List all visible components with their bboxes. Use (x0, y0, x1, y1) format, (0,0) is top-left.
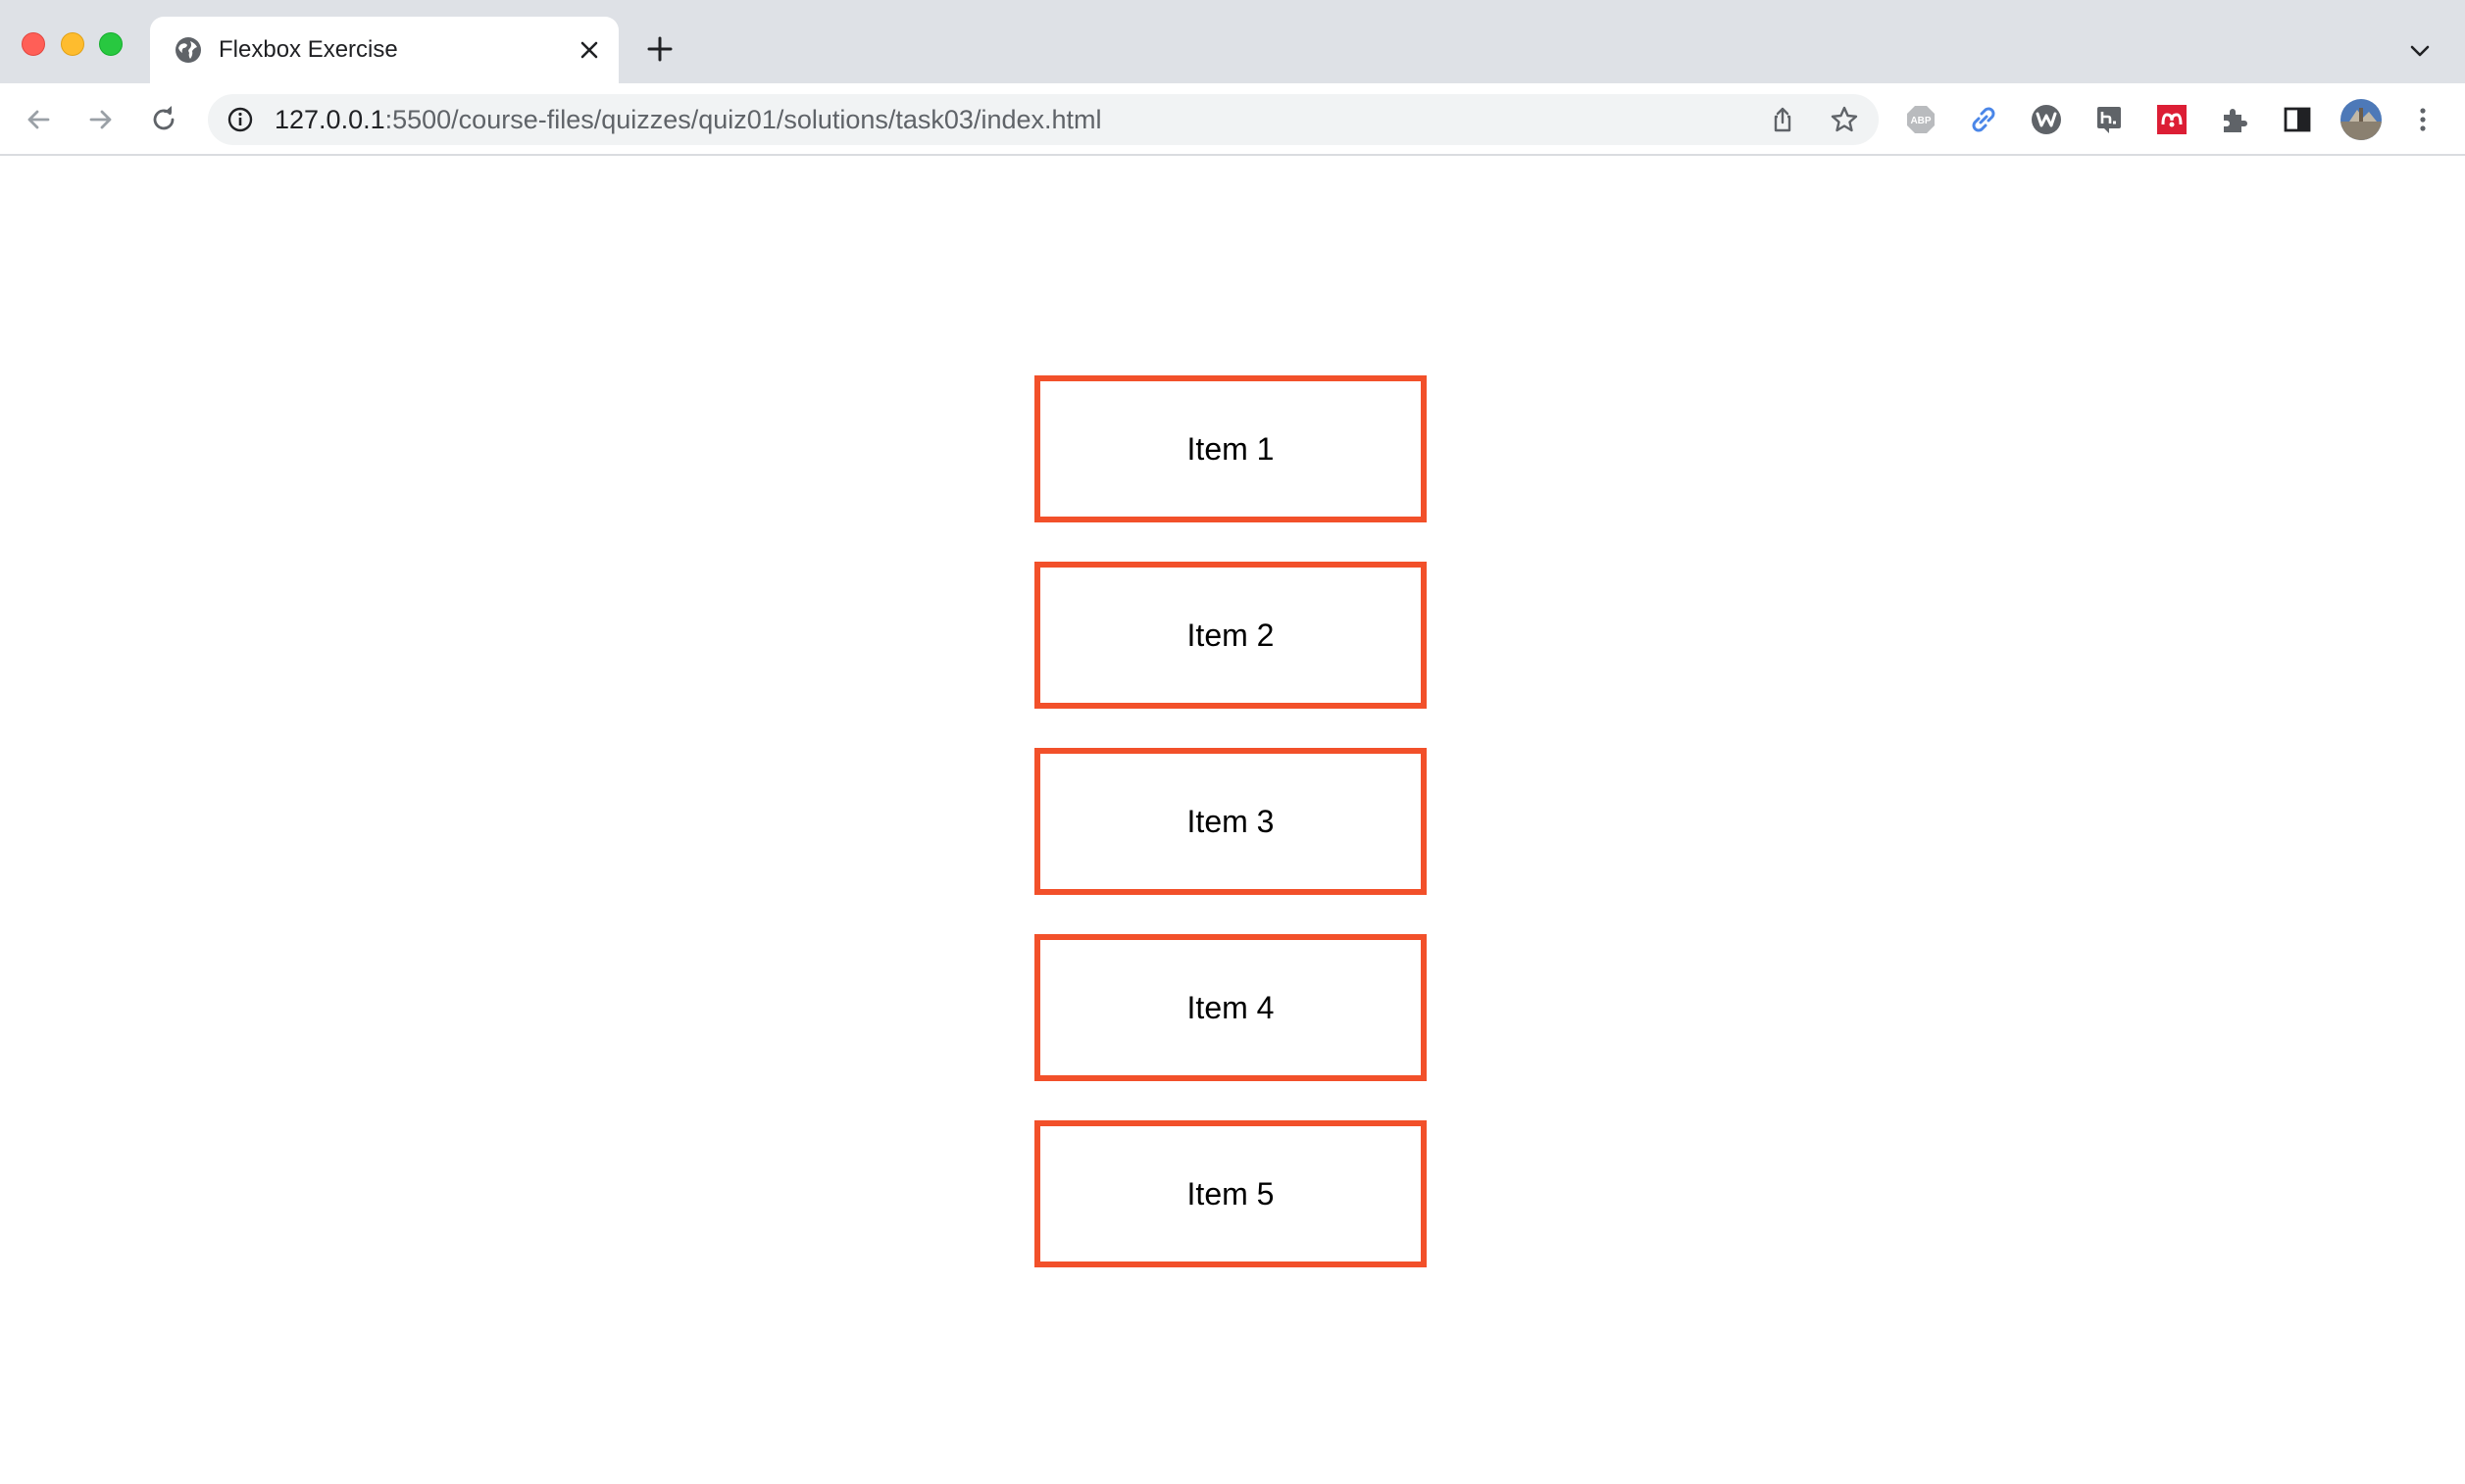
maximize-window-button[interactable] (99, 32, 123, 56)
svg-text:ABP: ABP (1910, 116, 1931, 126)
link-icon[interactable] (1967, 103, 2000, 136)
minimize-window-button[interactable] (61, 32, 84, 56)
bookmark-star-icon[interactable] (1830, 105, 1859, 134)
browser-toolbar: 127.0.0.1:5500/course-files/quizzes/quiz… (0, 83, 2465, 156)
adblock-plus-icon[interactable]: ABP (1904, 103, 1937, 136)
flex-item-2: Item 2 (1034, 562, 1427, 709)
url-path: :5500/course-files/quizzes/quiz01/soluti… (384, 105, 1102, 134)
share-icon[interactable] (1769, 106, 1796, 133)
flex-item-5: Item 5 (1034, 1120, 1427, 1267)
reload-icon[interactable] (147, 103, 180, 136)
flex-item-3: Item 3 (1034, 748, 1427, 895)
tab-title: Flexbox Exercise (219, 36, 398, 63)
address-bar[interactable]: 127.0.0.1:5500/course-files/quizzes/quiz… (208, 94, 1879, 145)
flex-item-4: Item 4 (1034, 934, 1427, 1081)
close-tab-icon[interactable] (578, 38, 601, 62)
flex-item-1: Item 1 (1034, 375, 1427, 522)
site-info-icon[interactable] (226, 106, 254, 133)
active-tab[interactable]: Flexbox Exercise (150, 17, 619, 83)
wordtune-icon[interactable] (2030, 103, 2063, 136)
globe-icon (176, 37, 201, 63)
side-panel-icon[interactable] (2281, 103, 2314, 136)
more-vertical-icon[interactable] (2406, 103, 2440, 136)
tab-strip: Flexbox Exercise (0, 0, 2465, 83)
browser-window: Flexbox Exercise 127.0.0.1:5500/course-f… (0, 0, 2465, 1484)
chevron-down-icon[interactable] (2408, 39, 2432, 63)
url-host: 127.0.0.1 (275, 105, 385, 134)
mendeley-icon[interactable] (2155, 103, 2188, 136)
new-tab-plus-icon[interactable] (646, 35, 674, 63)
hypothesis-icon[interactable] (2092, 103, 2126, 136)
close-window-button[interactable] (22, 32, 45, 56)
avatar[interactable] (2339, 98, 2383, 141)
flex-container: Item 1 Item 2 Item 3 Item 4 Item 5 (1034, 375, 1427, 1267)
puzzle-icon[interactable] (2218, 103, 2251, 136)
back-arrow-icon[interactable] (22, 103, 55, 136)
page-viewport: Item 1 Item 2 Item 3 Item 4 Item 5 (0, 156, 2465, 1484)
url-text[interactable]: 127.0.0.1:5500/course-files/quizzes/quiz… (275, 103, 1102, 136)
forward-arrow-icon[interactable] (84, 103, 118, 136)
